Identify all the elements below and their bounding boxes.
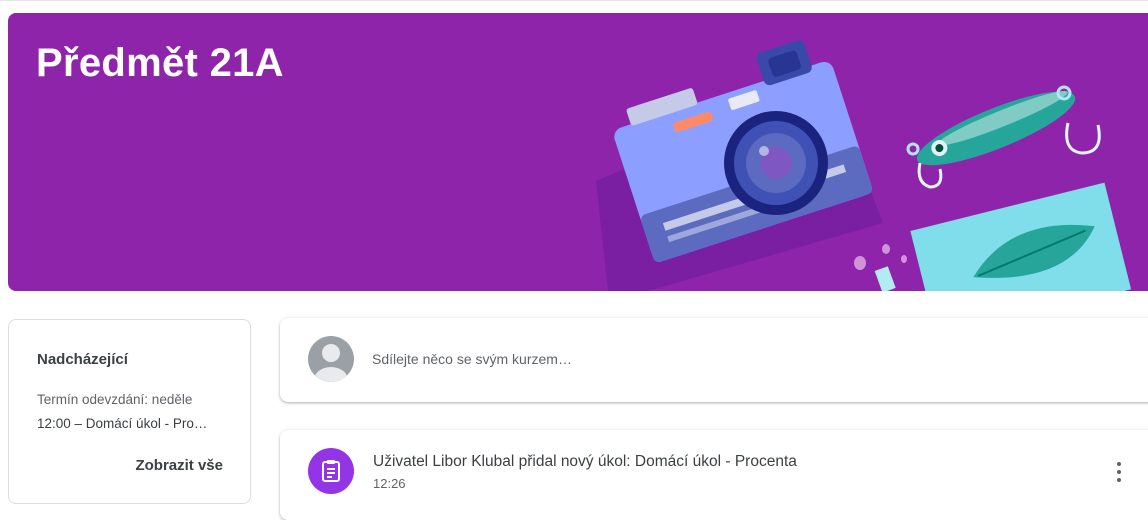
- post-time: 12:26: [373, 476, 406, 491]
- post-title[interactable]: Uživatel Libor Klubal přidal nový úkol: …: [373, 453, 797, 471]
- course-title[interactable]: Předmět 21A: [36, 41, 284, 86]
- upcoming-item-link[interactable]: 12:00 – Domácí úkol - Pro…: [37, 416, 227, 431]
- stream-post[interactable]: Uživatel Libor Klubal přidal nový úkol: …: [280, 430, 1148, 520]
- upcoming-card: Nadcházející Termín odevzdání: neděle 12…: [8, 319, 251, 504]
- upcoming-title: Nadcházející: [37, 351, 128, 368]
- view-all-button[interactable]: Zobrazit vše: [135, 457, 223, 474]
- upcoming-due-label: Termín odevzdání: neděle: [37, 392, 193, 407]
- more-options-icon[interactable]: [1109, 460, 1129, 484]
- assignment-icon: [308, 448, 354, 494]
- share-with-class-box[interactable]: Sdílejte něco se svým kurzem…: [280, 318, 1148, 402]
- course-banner: Předmět 21A: [8, 13, 1148, 291]
- top-divider: [0, 0, 1148, 1]
- default-avatar-icon: [308, 336, 354, 382]
- share-placeholder: Sdílejte něco se svým kurzem…: [372, 351, 572, 367]
